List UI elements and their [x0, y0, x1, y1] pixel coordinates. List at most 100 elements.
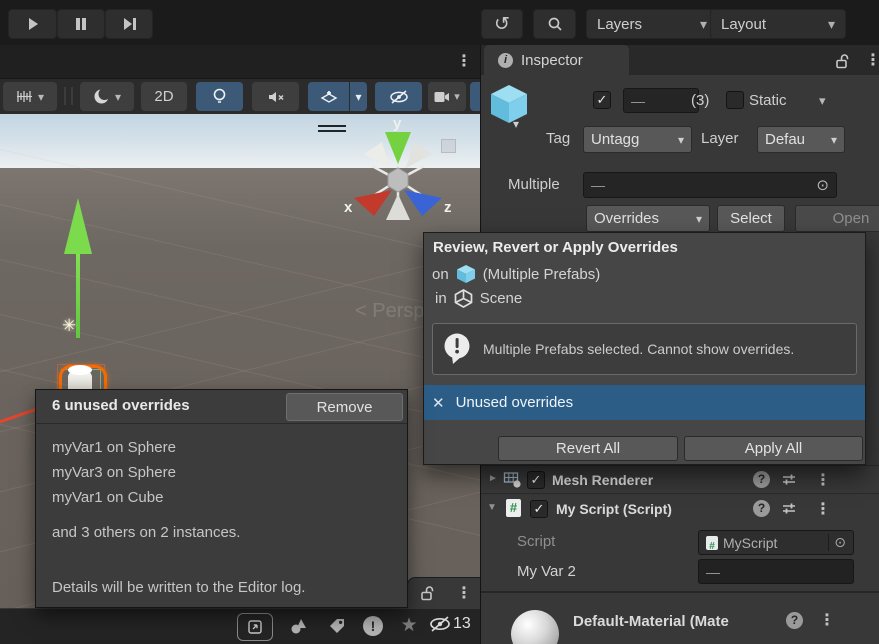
layout-dropdown[interactable]: Layout ▾ [710, 9, 846, 39]
multiple-field[interactable]: — ⊙ [583, 172, 837, 198]
expand-window-button[interactable] [237, 613, 273, 641]
close-icon[interactable]: ✕ [432, 394, 445, 412]
in-value: Scene [480, 290, 523, 307]
light-gizmo-icon[interactable]: ✳ [62, 316, 76, 336]
layer-dropdown[interactable]: Defau ▾ [757, 126, 845, 153]
perspective-label[interactable]: < Persp [355, 300, 424, 323]
search-button[interactable] [533, 9, 576, 39]
apply-all-button[interactable]: Apply All [684, 436, 863, 461]
my-var-2-field[interactable]: — [698, 559, 854, 584]
unused-overrides-row-selected[interactable]: ✕ Unused overrides [424, 385, 865, 420]
material-kebab-icon[interactable]: ⋮ [819, 610, 835, 630]
object-picker-icon[interactable]: ⊙ [816, 176, 829, 194]
select-button[interactable]: Select [717, 205, 785, 232]
component-row-mesh-renderer[interactable]: ► ✓ Mesh Renderer ? ⋮ [481, 465, 879, 494]
my-script-title: My Script (Script) [556, 501, 672, 517]
step-button[interactable] [105, 9, 153, 39]
unused-overrides-label: Unused overrides [456, 394, 574, 411]
prefab-cube-icon [455, 263, 477, 285]
axis-x-label: x [344, 199, 353, 216]
effects-toggle-button[interactable] [308, 82, 349, 111]
effects-icon [320, 88, 338, 105]
unlock-icon[interactable] [834, 52, 852, 70]
help-icon[interactable]: ? [753, 500, 770, 517]
chevron-down-icon: ▾ [115, 90, 121, 104]
overlay-shapes-button[interactable] [284, 613, 314, 639]
pause-button[interactable] [57, 9, 105, 39]
overrides-dropdown-button[interactable]: Overrides ▾ [586, 205, 710, 232]
info-icon: i [498, 53, 513, 68]
overrides-popup: Review, Revert or Apply Overrides on (Mu… [423, 232, 866, 465]
gizmos-button-partial[interactable] [470, 82, 480, 111]
foldout-collapsed-icon[interactable]: ► [488, 473, 498, 484]
scene-toolbar: ▾ ▾ 2D ▾ [0, 79, 480, 114]
remove-label: Remove [317, 399, 373, 416]
2d-toggle-button[interactable]: 2D [141, 82, 187, 111]
component-kebab-icon[interactable]: ⋮ [815, 470, 831, 490]
scene-visibility-button[interactable] [375, 82, 422, 111]
remove-button[interactable]: Remove [286, 393, 403, 421]
active-checkbox[interactable]: ✓ [593, 91, 611, 109]
name-value: — [631, 93, 645, 109]
help-icon[interactable]: ? [786, 612, 803, 629]
revert-all-label: Revert All [556, 440, 620, 457]
undo-history-button[interactable]: ↺ [481, 9, 523, 39]
component-row-my-script[interactable]: ▼ # ✓ My Script (Script) ? ⋮ [481, 493, 879, 523]
foldout-expanded-icon[interactable]: ▼ [487, 502, 497, 513]
hidden-objects-counter[interactable]: 13 [428, 613, 471, 635]
grid-snap-button[interactable]: ▾ [3, 82, 57, 111]
prefab-icon-dropdown-icon[interactable]: ▾ [513, 117, 519, 131]
tag-dropdown[interactable]: Untagg ▾ [583, 126, 692, 153]
script-hash-glyph: # [510, 500, 517, 515]
static-dropdown-icon[interactable]: ▾ [819, 93, 826, 109]
override-summary: and 3 others on 2 instances. [52, 524, 240, 541]
component-enabled-checkbox[interactable]: ✓ [530, 500, 548, 518]
move-gizmo-y-shaft[interactable] [76, 252, 80, 338]
effects-dropdown-button[interactable]: ▾ [350, 82, 367, 111]
component-kebab-icon[interactable]: ⋮ [815, 499, 831, 519]
chevron-down-icon: ▾ [38, 90, 44, 104]
material-header[interactable]: Default-Material (Mate ? ⋮ [481, 591, 879, 644]
mesh-renderer-icon [503, 471, 523, 489]
lighting-toggle-button[interactable] [196, 82, 243, 111]
unlock-icon[interactable] [419, 584, 437, 602]
revert-all-button[interactable]: Revert All [498, 436, 678, 461]
script-object-field[interactable]: # MyScript ⊙ [698, 530, 854, 555]
tab-inspector[interactable]: i Inspector [484, 45, 629, 75]
play-button[interactable] [8, 9, 57, 39]
move-gizmo-y-arrowhead[interactable] [64, 198, 92, 254]
object-picker-icon[interactable]: ⊙ [828, 534, 846, 551]
orientation-gizmo[interactable]: y x z [340, 116, 460, 228]
help-icon[interactable]: ? [753, 471, 770, 488]
open-button[interactable]: Open [795, 205, 879, 232]
label-button[interactable] [322, 613, 352, 639]
unity-scene-icon [454, 289, 473, 308]
layers-dropdown[interactable]: Layers ▾ [586, 9, 718, 39]
camera-settings-button[interactable]: ▾ [428, 82, 466, 111]
alert-button[interactable]: ! [358, 613, 388, 639]
shapes-icon [289, 617, 309, 635]
shading-mode-button[interactable]: ▾ [80, 82, 134, 111]
alert-icon: ! [363, 616, 383, 636]
audio-toggle-button[interactable] [252, 82, 299, 111]
static-checkbox[interactable] [726, 91, 744, 109]
inspector-tab-label: Inspector [521, 52, 583, 69]
script-hash-glyph: # [709, 541, 715, 552]
presets-icon[interactable] [781, 472, 798, 487]
unused-popup-header: 6 unused overrides Remove [36, 390, 407, 424]
select-label: Select [730, 210, 772, 227]
favorites-button[interactable]: ★ [394, 612, 424, 638]
overlay-menu-kebab-icon[interactable]: ⋮ [456, 583, 472, 603]
gizmo-cone-up-right [406, 142, 432, 168]
component-enabled-checkbox[interactable]: ✓ [527, 471, 545, 489]
overrides-label: Overrides [594, 210, 659, 227]
tag-label: Tag [546, 130, 570, 147]
inspector-menu-kebab-icon[interactable]: ⋮ [865, 50, 879, 70]
axis-z-label: z [444, 199, 452, 216]
presets-icon[interactable] [781, 501, 798, 516]
multiple-label: Multiple [508, 176, 560, 193]
scene-tab-menu-kebab-icon[interactable]: ⋮ [456, 51, 472, 71]
on-label: on [432, 266, 449, 283]
on-value: (Multiple Prefabs) [483, 266, 601, 283]
name-field[interactable]: — [623, 88, 699, 113]
